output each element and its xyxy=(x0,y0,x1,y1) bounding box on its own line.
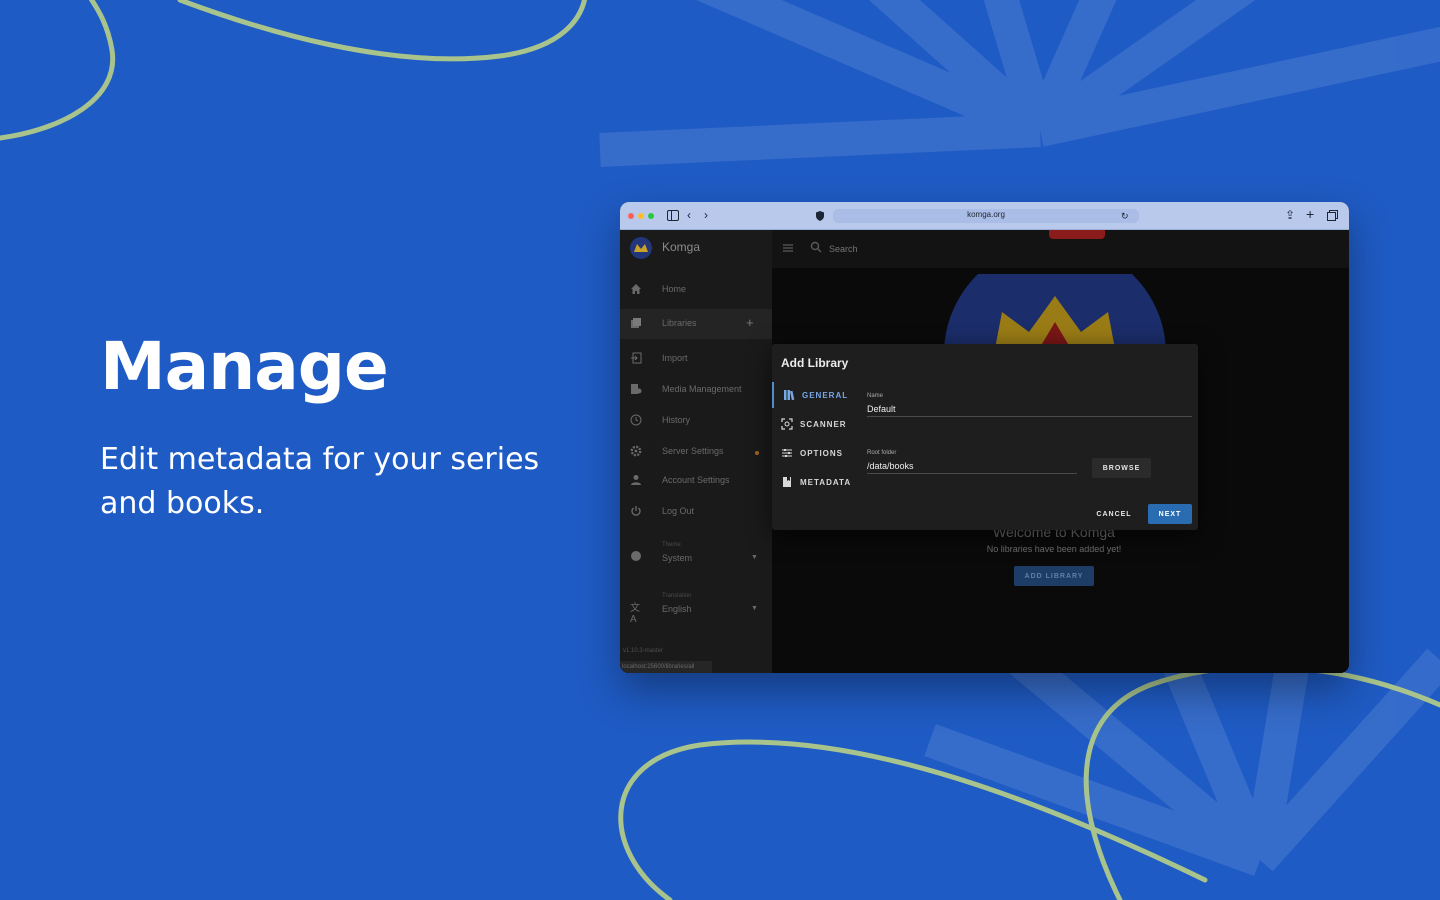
name-field-label: Name xyxy=(867,393,884,399)
app-bar xyxy=(772,230,1349,268)
logo-icon xyxy=(634,244,648,252)
sidebar-item-home[interactable]: Home xyxy=(620,275,772,305)
translation-caption: Translation xyxy=(662,593,692,599)
komga-app: Komga Home Libraries + Import Media Mana… xyxy=(620,230,1349,673)
status-url: localhost:25600/libraries/all xyxy=(620,661,712,673)
tab-label: METADATA xyxy=(800,478,852,487)
options-icon xyxy=(782,449,792,457)
notification-dot xyxy=(755,451,759,455)
home-icon xyxy=(631,284,641,294)
komga-hero-logo xyxy=(944,274,1166,354)
add-library-plus-icon[interactable]: + xyxy=(746,315,754,330)
tab-label: SCANNER xyxy=(800,420,847,429)
power-icon xyxy=(631,506,641,516)
tab-label: OPTIONS xyxy=(800,449,844,458)
sidebar-item-label: Media Management xyxy=(662,384,742,394)
dialog-title: Add Library xyxy=(781,356,849,370)
tab-options[interactable]: OPTIONS xyxy=(772,440,858,466)
sidebar-item-media-management[interactable]: Media Management xyxy=(620,375,772,405)
libraries-icon xyxy=(631,318,641,328)
chevron-down-icon: ▼ xyxy=(751,605,758,612)
chevron-down-icon: ▼ xyxy=(751,554,758,561)
cancel-button[interactable]: CANCEL xyxy=(1090,504,1138,524)
app-name: Komga xyxy=(662,240,701,254)
account-icon xyxy=(631,475,641,485)
sidebar-item-label: History xyxy=(662,415,691,425)
translate-icon: 文A xyxy=(630,603,640,625)
tabs-overview-icon[interactable] xyxy=(1327,210,1338,221)
tab-metadata[interactable]: METADATA xyxy=(772,469,858,495)
menu-icon[interactable] xyxy=(782,242,794,254)
sidebar-item-label: Log Out xyxy=(662,506,695,516)
translation-value: English xyxy=(662,604,692,614)
scroll-top-tab[interactable] xyxy=(1049,230,1105,239)
add-library-button[interactable]: ADD LIBRARY xyxy=(1014,566,1094,586)
minimize-window-dot[interactable] xyxy=(638,213,644,219)
add-library-dialog: Add Library GENERAL SCANNER OPTIONS META… xyxy=(772,344,1198,530)
sidebar-item-label: Home xyxy=(662,284,687,294)
reload-icon[interactable]: ↻ xyxy=(1121,209,1129,223)
url-text: komga.org xyxy=(967,210,1005,219)
theme-caption: Theme xyxy=(662,542,681,548)
maximize-window-dot[interactable] xyxy=(648,213,654,219)
theme-select[interactable]: Theme System ▼ xyxy=(620,536,772,568)
sidebar-toggle-icon[interactable] xyxy=(667,210,679,221)
sidebar-item-history[interactable]: History xyxy=(620,406,772,436)
browser-window: ‹ › komga.org ↻ ⇪ + Komga Home Libraries… xyxy=(620,202,1349,673)
root-folder-field[interactable] xyxy=(867,459,1077,474)
sidebar-item-account-settings[interactable]: Account Settings xyxy=(620,466,772,496)
media-management-icon xyxy=(631,384,642,394)
import-icon xyxy=(631,352,642,364)
forward-icon[interactable]: › xyxy=(704,208,708,222)
main-content: Welcome to Komga No libraries have been … xyxy=(772,230,1349,673)
tab-label: GENERAL xyxy=(802,391,849,400)
address-bar[interactable]: komga.org ↻ xyxy=(833,209,1139,223)
search-icon xyxy=(810,241,822,253)
search-input[interactable] xyxy=(827,241,951,257)
sidebar-item-label: Account Settings xyxy=(662,475,730,485)
sidebar-item-libraries[interactable]: Libraries + xyxy=(620,309,772,339)
hero-title: Manage xyxy=(100,328,389,405)
browse-button[interactable]: BROWSE xyxy=(1092,458,1151,478)
no-libraries-text: No libraries have been added yet! xyxy=(986,544,1122,554)
sidebar-item-server-settings[interactable]: Server Settings xyxy=(620,437,772,467)
shield-icon xyxy=(816,211,824,221)
root-folder-label: Root folder xyxy=(867,450,897,456)
version-label: v1.10.3-master xyxy=(623,648,664,654)
sidebar-item-label: Server Settings xyxy=(662,446,724,456)
sidebar-item-import[interactable]: Import xyxy=(620,344,772,374)
hero-subtitle: Edit metadata for your series and books. xyxy=(100,442,540,521)
next-button[interactable]: NEXT xyxy=(1148,504,1192,524)
scanner-icon xyxy=(781,418,793,430)
komga-logo xyxy=(630,237,652,259)
sidebar-item-log-out[interactable]: Log Out xyxy=(620,497,772,527)
gear-icon xyxy=(630,445,642,457)
history-icon xyxy=(630,414,642,426)
close-window-dot[interactable] xyxy=(628,213,634,219)
tab-scanner[interactable]: SCANNER xyxy=(772,411,858,437)
browser-toolbar: ‹ › komga.org ↻ ⇪ + xyxy=(620,202,1349,230)
sidebar-item-label: Import xyxy=(662,353,688,363)
name-field[interactable] xyxy=(867,402,1192,417)
translation-select[interactable]: 文A Translation English ▼ xyxy=(620,587,772,625)
back-icon[interactable]: ‹ xyxy=(687,208,691,222)
palette-icon xyxy=(631,551,641,561)
metadata-icon xyxy=(783,477,791,487)
new-tab-icon[interactable]: + xyxy=(1306,207,1314,221)
library-icon xyxy=(784,390,795,401)
sidebar: Komga Home Libraries + Import Media Mana… xyxy=(620,230,772,673)
tab-general[interactable]: GENERAL xyxy=(772,382,858,408)
sidebar-item-label: Libraries xyxy=(662,318,697,328)
theme-value: System xyxy=(662,553,693,563)
share-icon[interactable]: ⇪ xyxy=(1285,208,1295,222)
